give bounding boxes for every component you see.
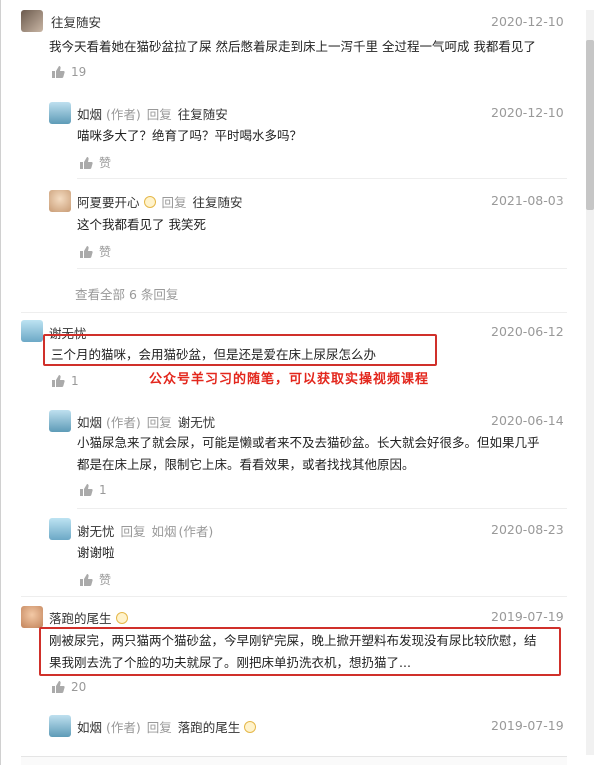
thumbs-up-icon bbox=[80, 484, 93, 496]
thumbs-up-icon bbox=[52, 66, 65, 78]
avatar[interactable] bbox=[21, 606, 43, 628]
comment-header: 往复随安 bbox=[51, 12, 101, 31]
reply-label: 回复 bbox=[161, 195, 187, 210]
comment-date: 2020-06-12 bbox=[491, 324, 564, 339]
user-name[interactable]: 阿夏要开心 bbox=[77, 192, 140, 211]
like-count: 1 bbox=[71, 374, 79, 388]
like-count: 1 bbox=[99, 483, 107, 497]
comment-date: 2020-12-10 bbox=[491, 14, 564, 29]
divider bbox=[77, 268, 567, 269]
reply-header: 如烟 (作者) 回复 谢无忧 bbox=[77, 412, 215, 431]
user-name[interactable]: 如烟 bbox=[77, 412, 102, 431]
divider bbox=[77, 508, 567, 509]
target-author-tag: (作者) bbox=[178, 524, 214, 539]
like-label: 赞 bbox=[99, 573, 112, 587]
avatar[interactable] bbox=[21, 320, 43, 342]
like-label: 赞 bbox=[99, 245, 112, 259]
user-name[interactable]: 如烟 bbox=[77, 717, 102, 736]
reply-text-line-1: 小猫尿急来了就会尿，可能是懒或者来不及去猫砂盆。长大就会好很多。但如果几乎 bbox=[77, 435, 540, 450]
comment-panel: 往复随安 2020-12-10 我今天看着她在猫砂盆拉了屎 然后憋着尿走到床上一… bbox=[0, 0, 600, 765]
thumbs-up-icon bbox=[80, 156, 93, 169]
reply-label: 回复 bbox=[146, 107, 172, 122]
reply-date: 2021-08-03 bbox=[491, 193, 564, 208]
reply-header: 谢无忧 回复 如烟 (作者) bbox=[77, 521, 213, 540]
comment-text: 我今天看着她在猫砂盆拉了屎 然后憋着尿走到床上一泻千里 全过程一气呵成 我都看见… bbox=[49, 39, 536, 54]
highlight-box bbox=[39, 627, 561, 676]
reply-target[interactable]: 如烟 bbox=[152, 521, 177, 540]
user-name[interactable]: 落跑的尾生 bbox=[49, 608, 112, 627]
avatar[interactable] bbox=[21, 10, 43, 32]
vip-badge-icon bbox=[244, 720, 257, 733]
like-button[interactable]: 20 bbox=[51, 680, 86, 694]
divider bbox=[77, 178, 567, 179]
like-count: 20 bbox=[71, 680, 87, 694]
user-name[interactable]: 如烟 bbox=[77, 104, 102, 123]
like-button[interactable]: 赞 bbox=[79, 571, 111, 588]
author-tag: (作者) bbox=[106, 107, 141, 122]
author-tag: (作者) bbox=[106, 720, 141, 735]
reply-text: 谢谢啦 bbox=[77, 545, 115, 560]
like-button[interactable]: 赞 bbox=[79, 243, 111, 260]
vip-badge-icon bbox=[115, 611, 128, 624]
reply-date: 2019-07-19 bbox=[491, 718, 564, 733]
bottom-bar bbox=[21, 756, 567, 765]
like-label: 赞 bbox=[99, 156, 112, 170]
divider bbox=[21, 312, 567, 313]
avatar[interactable] bbox=[49, 518, 71, 540]
reply-target[interactable]: 谢无忧 bbox=[178, 412, 216, 431]
promo-overlay-text: 公众号羊习习的随笔，可以获取实操视频课程 bbox=[149, 372, 430, 387]
reply-date: 2020-06-14 bbox=[491, 413, 564, 428]
highlight-box bbox=[43, 334, 437, 366]
reply-text: 喵咪多大了？绝育了吗？平时喝水多吗？ bbox=[77, 128, 303, 143]
reply-target[interactable]: 往复随安 bbox=[193, 192, 243, 211]
divider bbox=[21, 596, 567, 597]
user-name[interactable]: 谢无忧 bbox=[77, 521, 115, 540]
scrollbar-thumb[interactable] bbox=[586, 40, 594, 210]
like-button[interactable]: 19 bbox=[51, 65, 86, 79]
user-name[interactable]: 往复随安 bbox=[51, 12, 101, 31]
reply-header: 阿夏要开心 回复 往复随安 bbox=[77, 192, 243, 211]
like-button[interactable]: 1 bbox=[51, 374, 79, 388]
reply-date: 2020-12-10 bbox=[491, 105, 564, 120]
thumbs-up-icon bbox=[52, 375, 65, 387]
reply-text-line-2: 都是在床上尿，限制它上床。看看效果，或者找找其他原因。 bbox=[77, 457, 415, 472]
reply-target[interactable]: 往复随安 bbox=[178, 104, 228, 123]
vip-badge-icon bbox=[143, 195, 156, 208]
reply-label: 回复 bbox=[146, 720, 172, 735]
reply-header: 如烟 (作者) 回复 落跑的尾生 bbox=[77, 717, 257, 736]
like-count: 19 bbox=[71, 65, 87, 79]
reply-target[interactable]: 落跑的尾生 bbox=[178, 717, 241, 736]
thumbs-up-icon bbox=[80, 573, 93, 586]
like-button[interactable]: 1 bbox=[79, 483, 107, 497]
comment-header: 落跑的尾生 bbox=[49, 608, 128, 627]
thumbs-up-icon bbox=[80, 245, 93, 258]
view-all-replies-link[interactable]: 查看全部 6 条回复 bbox=[75, 284, 178, 303]
reply-date: 2020-08-23 bbox=[491, 522, 564, 537]
author-tag: (作者) bbox=[106, 415, 141, 430]
avatar[interactable] bbox=[49, 190, 71, 212]
reply-label: 回复 bbox=[120, 524, 146, 539]
avatar[interactable] bbox=[49, 715, 71, 737]
reply-text: 这个我都看见了 我笑死 bbox=[77, 217, 206, 232]
reply-header: 如烟 (作者) 回复 往复随安 bbox=[77, 104, 228, 123]
like-button[interactable]: 赞 bbox=[79, 154, 111, 171]
avatar[interactable] bbox=[49, 102, 71, 124]
reply-label: 回复 bbox=[146, 415, 172, 430]
thumbs-up-icon bbox=[52, 681, 65, 693]
avatar[interactable] bbox=[49, 410, 71, 432]
comment-date: 2019-07-19 bbox=[491, 609, 564, 624]
